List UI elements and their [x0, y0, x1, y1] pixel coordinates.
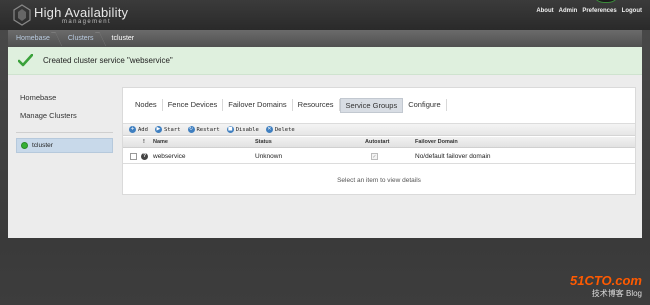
success-notice: Created cluster service "webservice" [8, 47, 642, 75]
main-panel: Homebase Manage Clusters tcluster Nodes … [8, 75, 642, 238]
preferences-link[interactable]: Preferences [582, 8, 616, 14]
status-indicator [592, 0, 620, 3]
tab-nodes[interactable]: Nodes [130, 99, 163, 111]
breadcrumb: Homebase Clusters tcluster [8, 30, 642, 47]
column-status-flag[interactable]: ! [143, 139, 145, 145]
service-status: Unknown [255, 153, 283, 160]
column-failover-domain[interactable]: Failover Domain [415, 139, 458, 145]
refresh-icon: ↻ [187, 126, 195, 133]
status-online-icon [21, 142, 28, 149]
tab-fence-devices[interactable]: Fence Devices [163, 99, 224, 111]
detail-placeholder: Select an item to view details [337, 177, 421, 184]
sidebar-item-tcluster[interactable]: tcluster [16, 138, 113, 153]
sidebar-item-homebase[interactable]: Homebase [20, 93, 77, 102]
tab-bar: Nodes Fence Devices Failover Domains Res… [130, 97, 447, 113]
tab-service-groups[interactable]: Service Groups [339, 97, 404, 113]
service-name[interactable]: webservice [153, 153, 186, 160]
restart-label: Restart [196, 126, 220, 133]
sidebar-item-manage-clusters[interactable]: Manage Clusters [20, 111, 77, 120]
sidebar-nav: Homebase Manage Clusters [20, 93, 77, 129]
app-title: High Availability [34, 5, 129, 20]
unknown-status-icon: ? [141, 153, 148, 160]
autostart-checkbox: ✓ [371, 153, 378, 160]
watermark-line2: 技术博客 Blog [591, 289, 642, 298]
top-links: About Admin Preferences Logout [536, 8, 642, 14]
disable-label: Disable [235, 126, 259, 133]
logo-icon [13, 4, 31, 26]
column-name[interactable]: Name [153, 139, 168, 145]
start-label: Start [163, 126, 181, 133]
table-header: ! Name Status Autostart Failover Domain [123, 137, 635, 148]
restart-button[interactable]: ↻ Restart [187, 126, 220, 133]
notice-message: Created cluster service "webservice" [43, 56, 173, 65]
start-button[interactable]: ▶ Start [154, 126, 181, 133]
plus-icon: + [129, 126, 136, 133]
stop-icon: ■ [226, 126, 234, 133]
admin-link[interactable]: Admin [559, 8, 578, 14]
logout-link[interactable]: Logout [622, 8, 642, 14]
disable-button[interactable]: ■ Disable [226, 126, 259, 133]
breadcrumb-homebase[interactable]: Homebase [8, 30, 60, 47]
tab-resources[interactable]: Resources [293, 99, 340, 111]
service-toolbar: + Add ▶ Start ↻ Restart ■ Disable ✕ Dele… [123, 123, 635, 136]
watermark: 51CTO.com 技术博客 Blog [570, 273, 642, 299]
content-area: Nodes Fence Devices Failover Domains Res… [122, 87, 636, 195]
row-select-checkbox[interactable] [130, 153, 137, 160]
about-link[interactable]: About [536, 8, 553, 14]
checkmark-icon [18, 54, 33, 67]
top-bar: High Availability management About Admin… [0, 0, 650, 30]
delete-label: Delete [274, 126, 295, 133]
tab-failover-domains[interactable]: Failover Domains [223, 99, 293, 111]
delete-button[interactable]: ✕ Delete [265, 126, 295, 133]
breadcrumb-current: tcluster [111, 35, 135, 42]
column-status[interactable]: Status [255, 139, 272, 145]
delete-icon: ✕ [265, 126, 273, 133]
breadcrumb-clusters[interactable]: Clusters [60, 30, 104, 47]
cluster-label: tcluster [32, 142, 53, 149]
table-row[interactable]: ? webservice Unknown ✓ No/default failov… [123, 150, 635, 164]
play-icon: ▶ [154, 126, 162, 133]
sidebar-divider [16, 132, 113, 133]
add-label: Add [138, 126, 148, 133]
service-failover-domain: No/default failover domain [415, 153, 491, 160]
column-autostart[interactable]: Autostart [365, 139, 389, 145]
app-subtitle: management [62, 19, 112, 25]
add-button[interactable]: + Add [129, 126, 148, 133]
watermark-line1: 51CTO.com [569, 273, 642, 288]
tab-configure[interactable]: Configure [403, 99, 447, 111]
